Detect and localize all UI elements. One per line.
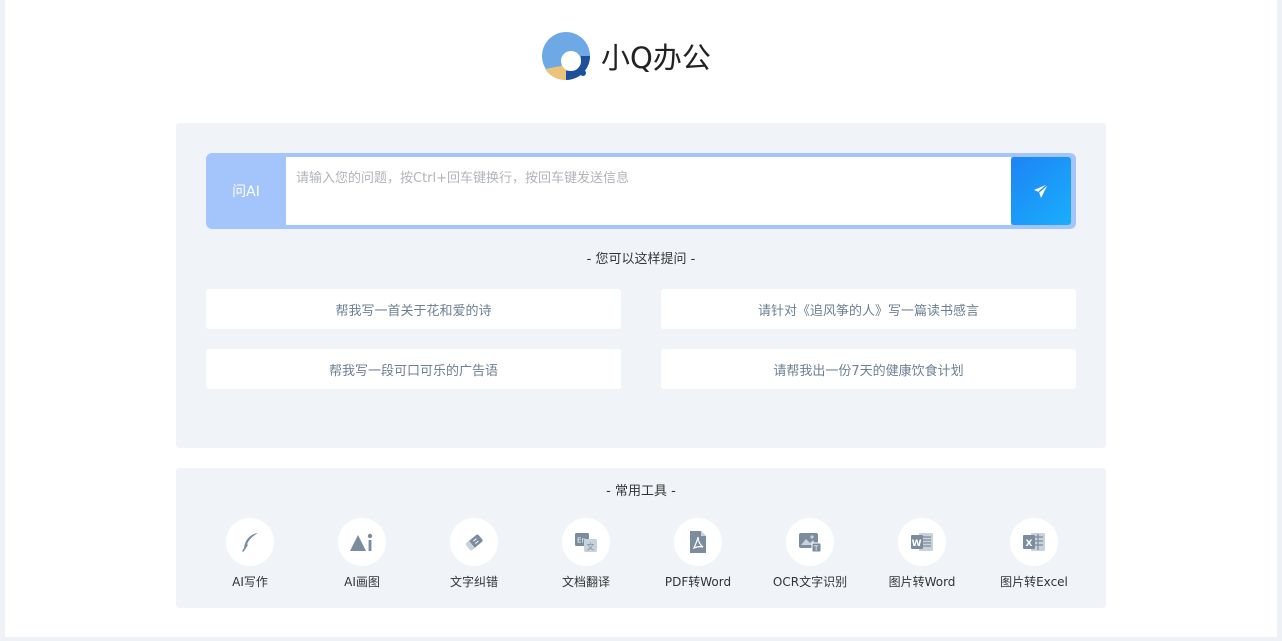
question-input[interactable] bbox=[286, 157, 1011, 225]
tool-label: AI写作 bbox=[232, 575, 268, 589]
brand-logo[interactable]: 小Q办公 bbox=[541, 30, 711, 82]
tool-icon-circle bbox=[674, 518, 722, 566]
tool-icon-circle bbox=[226, 518, 274, 566]
svg-text:W: W bbox=[912, 539, 922, 549]
tool-icon-circle bbox=[450, 518, 498, 566]
tool-icon-circle: En 文 bbox=[562, 518, 610, 566]
send-button[interactable] bbox=[1011, 157, 1071, 225]
tool-icon-circle bbox=[338, 518, 386, 566]
brand-name: 小Q办公 bbox=[601, 41, 711, 75]
tool-document-translate[interactable]: En 文 文档翻译 bbox=[530, 518, 642, 598]
tool-icon-circle: T bbox=[786, 518, 834, 566]
translate-icon: En 文 bbox=[575, 533, 597, 552]
tool-ocr[interactable]: T OCR文字识别 bbox=[754, 518, 866, 598]
tool-ai-writing[interactable]: AI写作 bbox=[194, 518, 306, 598]
svg-text:文: 文 bbox=[587, 542, 595, 552]
feather-pen-icon bbox=[242, 533, 258, 552]
excel-icon: X bbox=[1023, 533, 1045, 551]
suggestion-item[interactable]: 请针对《追风筝的人》写一篇读书感言 bbox=[661, 289, 1076, 329]
tool-image-to-excel[interactable]: X 图片转Excel bbox=[978, 518, 1090, 598]
send-icon bbox=[1034, 183, 1049, 198]
ocr-image-icon: T bbox=[799, 533, 822, 553]
ask-label: 问AI bbox=[232, 184, 260, 200]
tool-ai-drawing[interactable]: AI画图 bbox=[306, 518, 418, 598]
word-icon: W bbox=[911, 533, 933, 551]
tool-label: PDF转Word bbox=[664, 575, 732, 589]
tool-label: 图片转Word bbox=[888, 575, 956, 589]
tool-icon-circle: X bbox=[1010, 518, 1058, 566]
tool-icon-circle: W bbox=[898, 518, 946, 566]
ai-image-icon bbox=[350, 533, 373, 551]
suggestion-item[interactable]: 帮我写一段可口可乐的广告语 bbox=[206, 349, 621, 389]
tool-image-to-word[interactable]: W 图片转Word bbox=[866, 518, 978, 598]
suggestion-item[interactable]: 请帮我出一份7天的健康饮食计划 bbox=[661, 349, 1076, 389]
tool-label: 图片转Excel bbox=[1000, 575, 1068, 589]
hint-title: - 您可以这样提问 - bbox=[586, 252, 696, 267]
tool-pdf-to-word[interactable]: PDF转Word bbox=[642, 518, 754, 598]
tool-label: 文档翻译 bbox=[561, 575, 610, 589]
tool-text-correction[interactable]: 文字纠错 bbox=[418, 518, 530, 598]
tools-title: - 常用工具 - bbox=[606, 484, 676, 499]
page: 小Q办公 问AI - 您可以这样提问 - 帮我写一首关于花和爱的诗 请针对《追风… bbox=[5, 0, 1277, 637]
tool-label: 文字纠错 bbox=[449, 575, 498, 589]
svg-text:T: T bbox=[813, 545, 819, 553]
tool-label: OCR文字识别 bbox=[772, 575, 848, 589]
tool-label: AI画图 bbox=[344, 575, 380, 589]
eraser-icon bbox=[465, 534, 483, 551]
pdf-icon bbox=[690, 531, 706, 553]
ask-box: 问AI bbox=[206, 153, 1076, 229]
svg-text:X: X bbox=[1026, 539, 1033, 549]
suggestion-item[interactable]: 帮我写一首关于花和爱的诗 bbox=[206, 289, 621, 329]
tools-panel: - 常用工具 - AI写作 AI画图 文字纠错 En 文 文档翻译 PDF转Wo… bbox=[176, 468, 1106, 608]
ask-panel: 问AI - 您可以这样提问 - 帮我写一首关于花和爱的诗 请针对《追风筝的人》写… bbox=[176, 123, 1106, 448]
logo-icon bbox=[542, 32, 590, 81]
